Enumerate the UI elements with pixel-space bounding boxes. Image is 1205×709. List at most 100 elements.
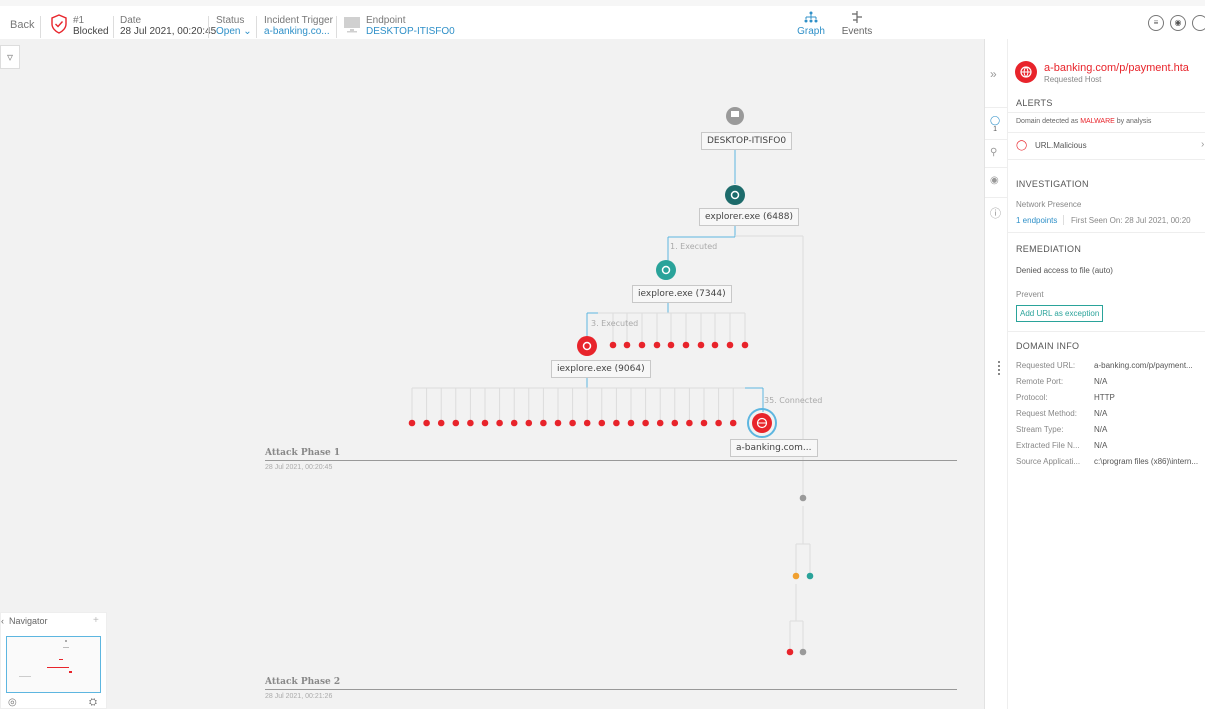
info-icon[interactable] xyxy=(1192,15,1205,31)
pin-icon[interactable]: + xyxy=(93,615,99,626)
child-process-dot[interactable] xyxy=(682,341,690,349)
child-process-dot[interactable] xyxy=(686,419,693,427)
domain-info-value: N/A xyxy=(1094,377,1108,386)
divider xyxy=(1007,132,1205,133)
details-panel: » ◯ 1 ⚲ ◉ ⓘ a-banking.com/p/payment.hta … xyxy=(984,39,1205,709)
domain-info-value: N/A xyxy=(1094,425,1108,434)
panel-subtitle: Requested Host xyxy=(1044,75,1102,84)
child-process-dot[interactable] xyxy=(741,341,749,349)
zoom-fit-icon[interactable]: ◎ xyxy=(8,697,17,708)
incident-trigger-link[interactable]: a-banking.co... xyxy=(264,26,330,37)
child-process-dot[interactable] xyxy=(437,419,445,427)
divider xyxy=(256,16,257,38)
divider xyxy=(1007,232,1205,233)
explorer-node[interactable] xyxy=(725,185,745,205)
alert-item-url-malicious[interactable]: ◯ URL.Malicious › xyxy=(1016,139,1205,153)
endpoint-field: Endpoint DESKTOP-ITISFO0 xyxy=(366,15,455,37)
list-view-icon[interactable]: ≡ xyxy=(1148,15,1164,31)
phase-2-line xyxy=(265,689,957,690)
phase-1-title: Attack Phase 1 xyxy=(265,448,341,458)
add-url-exception-button[interactable]: Add URL as exception xyxy=(1016,305,1104,322)
alerts-header: ALERTS xyxy=(1016,98,1053,108)
child-process-dot[interactable] xyxy=(700,419,708,427)
graph-layout-icon[interactable]: ⛭ xyxy=(89,697,97,708)
phase-1-date: 28 Jul 2021, 00:20:45 xyxy=(265,464,333,471)
child-process-dot[interactable] xyxy=(613,419,620,427)
edge-label-executed-1: 1. Executed xyxy=(670,242,718,251)
child-process-dot[interactable] xyxy=(452,419,460,427)
collapse-panel-icon[interactable]: » xyxy=(990,67,997,81)
investigation-header: INVESTIGATION xyxy=(1016,179,1089,189)
child-process-dot[interactable] xyxy=(423,419,430,427)
iexplore-7344-node[interactable] xyxy=(656,260,676,280)
child-process-dot[interactable] xyxy=(711,341,719,349)
alert-description: Domain detected as MALWARE by analysis xyxy=(1016,118,1152,125)
child-process-dot[interactable] xyxy=(554,419,562,427)
shield-check-icon xyxy=(51,14,67,34)
node-label-host[interactable]: a-banking.com... xyxy=(730,439,818,457)
child-process-dot[interactable] xyxy=(569,419,576,427)
child-process-dot[interactable] xyxy=(540,419,547,427)
panel-rail: » ◯ 1 ⚲ ◉ ⓘ xyxy=(985,39,1008,709)
child-process-dot[interactable] xyxy=(667,341,675,349)
status-dropdown[interactable]: Open ⌄ xyxy=(216,26,252,37)
child-process-dot[interactable] xyxy=(697,341,705,349)
child-process-dot[interactable] xyxy=(467,419,474,427)
child-process-dot[interactable] xyxy=(408,419,416,427)
eye-icon[interactable]: ◉ xyxy=(1170,15,1186,31)
domain-info-value: a-banking.com/p/payment... xyxy=(1094,361,1193,370)
orange-node[interactable] xyxy=(792,572,800,580)
divider xyxy=(1007,112,1205,113)
network-presence-label: Network Presence xyxy=(1016,200,1082,209)
child-process-dot[interactable] xyxy=(656,419,664,427)
tab-graph[interactable]: Graph xyxy=(796,11,826,37)
iexplore-9064-node[interactable] xyxy=(577,336,597,356)
child-process-dot[interactable] xyxy=(481,419,489,427)
node-label-desktop[interactable]: DESKTOP-ITISFO0 xyxy=(701,132,793,150)
child-process-dot[interactable] xyxy=(715,419,722,427)
child-process-dot[interactable] xyxy=(671,419,679,427)
child-process-dot[interactable] xyxy=(496,419,503,427)
child-process-dot[interactable] xyxy=(583,419,591,427)
remediation-header: REMEDIATION xyxy=(1016,244,1082,254)
node-label-explorer[interactable]: explorer.exe (6488) xyxy=(699,208,799,226)
child-process-dot[interactable] xyxy=(598,419,606,427)
domain-info-label: Protocol: xyxy=(1016,393,1048,402)
domain-info-label: Request Method: xyxy=(1016,409,1077,418)
attack-graph-canvas[interactable]: ▿ DESKTOP-ITISFO0 explorer.exe (6488) ie… xyxy=(0,39,984,709)
child-process-dot[interactable] xyxy=(653,341,661,349)
grey-node[interactable] xyxy=(799,494,807,502)
child-process-dot[interactable] xyxy=(510,419,518,427)
divider xyxy=(1007,159,1205,160)
domain-info-label: Source Applicati... xyxy=(1016,457,1081,466)
child-process-dot[interactable] xyxy=(642,419,649,427)
node-label-iexplore-7344[interactable]: iexplore.exe (7344) xyxy=(632,285,732,303)
resize-handle[interactable] xyxy=(998,361,1002,375)
investigation-tab-icon[interactable]: ⚲ xyxy=(990,147,997,158)
alerts-tab[interactable]: ◯ 1 xyxy=(990,115,1000,133)
domain-info-label: Extracted File N... xyxy=(1016,441,1080,450)
first-seen: First Seen On: 28 Jul 2021, 00:20 xyxy=(1071,216,1191,225)
child-process-dot[interactable] xyxy=(638,341,646,349)
remediation-tab-icon[interactable]: ◉ xyxy=(990,175,999,186)
child-process-dot[interactable] xyxy=(525,419,533,427)
child-process-dot[interactable] xyxy=(609,341,617,349)
red-node[interactable] xyxy=(786,648,794,656)
tab-events[interactable]: Events xyxy=(840,11,874,37)
child-process-dot[interactable] xyxy=(627,419,635,427)
divider xyxy=(1007,331,1205,332)
info-tab-icon[interactable]: ⓘ xyxy=(990,205,1001,221)
child-process-dot[interactable] xyxy=(623,341,631,349)
domain-info-value: N/A xyxy=(1094,441,1108,450)
endpoint-link[interactable]: DESKTOP-ITISFO0 xyxy=(366,26,455,37)
node-label-iexplore-9064[interactable]: iexplore.exe (9064) xyxy=(551,360,651,378)
navigator-minimap[interactable] xyxy=(6,636,101,693)
endpoints-link[interactable]: 1 endpoints xyxy=(1016,216,1057,225)
back-button[interactable]: Back xyxy=(10,20,34,31)
tab-graph-label: Graph xyxy=(797,26,825,37)
child-process-dot[interactable] xyxy=(726,341,734,349)
edge-label-connected-35: 35. Connected xyxy=(764,396,823,405)
grey-node[interactable] xyxy=(799,648,807,656)
teal-node[interactable] xyxy=(806,572,814,580)
child-process-dot[interactable] xyxy=(729,419,737,427)
